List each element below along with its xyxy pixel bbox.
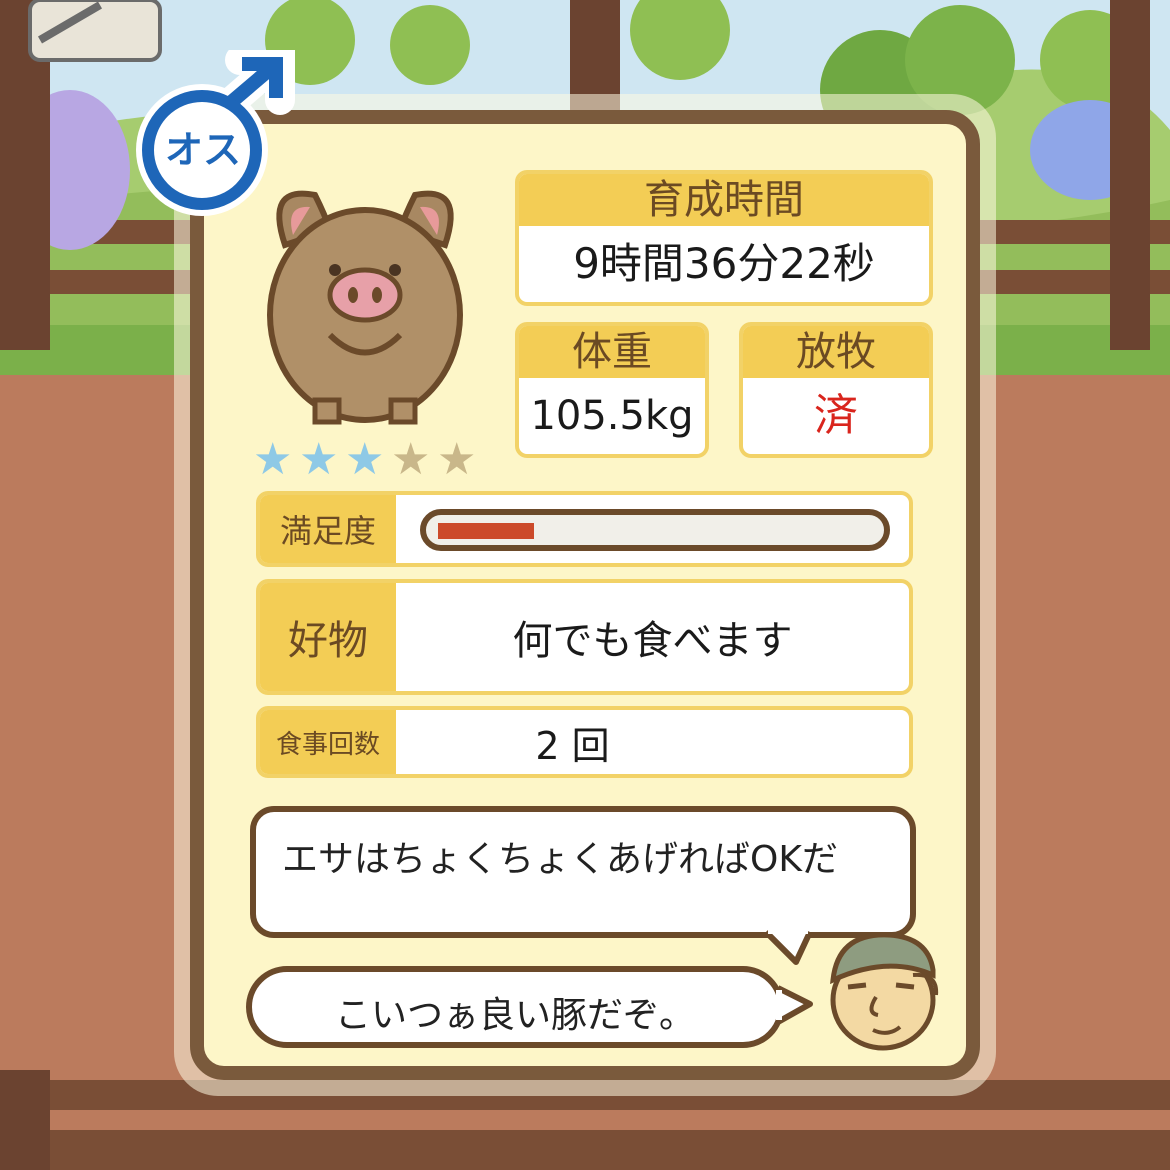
favorite-food-value: 何でも食べます [512, 618, 793, 664]
weight-value: 105.5kg [530, 393, 694, 439]
satisfaction-bar [420, 509, 890, 551]
star-filled-icon: ★ [345, 434, 385, 485]
satisfaction-row: 満足度 [256, 491, 913, 567]
growth-time-box: 育成時間 9時間36分22秒 [515, 170, 933, 306]
growth-time-label: 育成時間 [519, 174, 929, 226]
farmer-face-icon[interactable] [818, 925, 948, 1055]
meal-count-label: 食事回数 [260, 710, 396, 774]
tip-bubble-tail [763, 928, 813, 965]
comment-bubble-tail [776, 985, 813, 1025]
satisfaction-bar-fill [438, 523, 534, 539]
farmer-tip-bubble: エサはちょくちょくあげればOKだ [250, 806, 916, 938]
gender-label: オス [164, 128, 241, 172]
farmer-comment-text: こいつぁ良い豚だぞ。 [334, 995, 695, 1036]
farmer-tip-text: エサはちょくちょくあげればOKだ [282, 839, 838, 880]
weight-box: 体重 105.5kg [515, 322, 709, 458]
meal-count-row: 食事回数 2 回 [256, 706, 913, 778]
weight-label: 体重 [519, 326, 705, 378]
meal-count-value: 2 回 [535, 723, 610, 768]
star-filled-icon: ★ [253, 434, 293, 485]
favorite-food-label: 好物 [260, 583, 396, 691]
satisfaction-label: 満足度 [260, 495, 396, 563]
star-filled-icon: ★ [299, 434, 339, 485]
star-empty-icon: ★ [437, 434, 477, 485]
favorite-food-row: 好物 何でも食べます [256, 579, 913, 695]
grazing-label: 放牧 [743, 326, 929, 378]
grazing-value: 済 [814, 390, 858, 441]
farmer-comment-bubble: こいつぁ良い豚だぞ。 [246, 966, 784, 1048]
star-empty-icon: ★ [391, 434, 431, 485]
grazing-box: 放牧 済 [739, 322, 933, 458]
growth-time-value: 9時間36分22秒 [573, 239, 875, 288]
pig-icon [267, 190, 463, 425]
